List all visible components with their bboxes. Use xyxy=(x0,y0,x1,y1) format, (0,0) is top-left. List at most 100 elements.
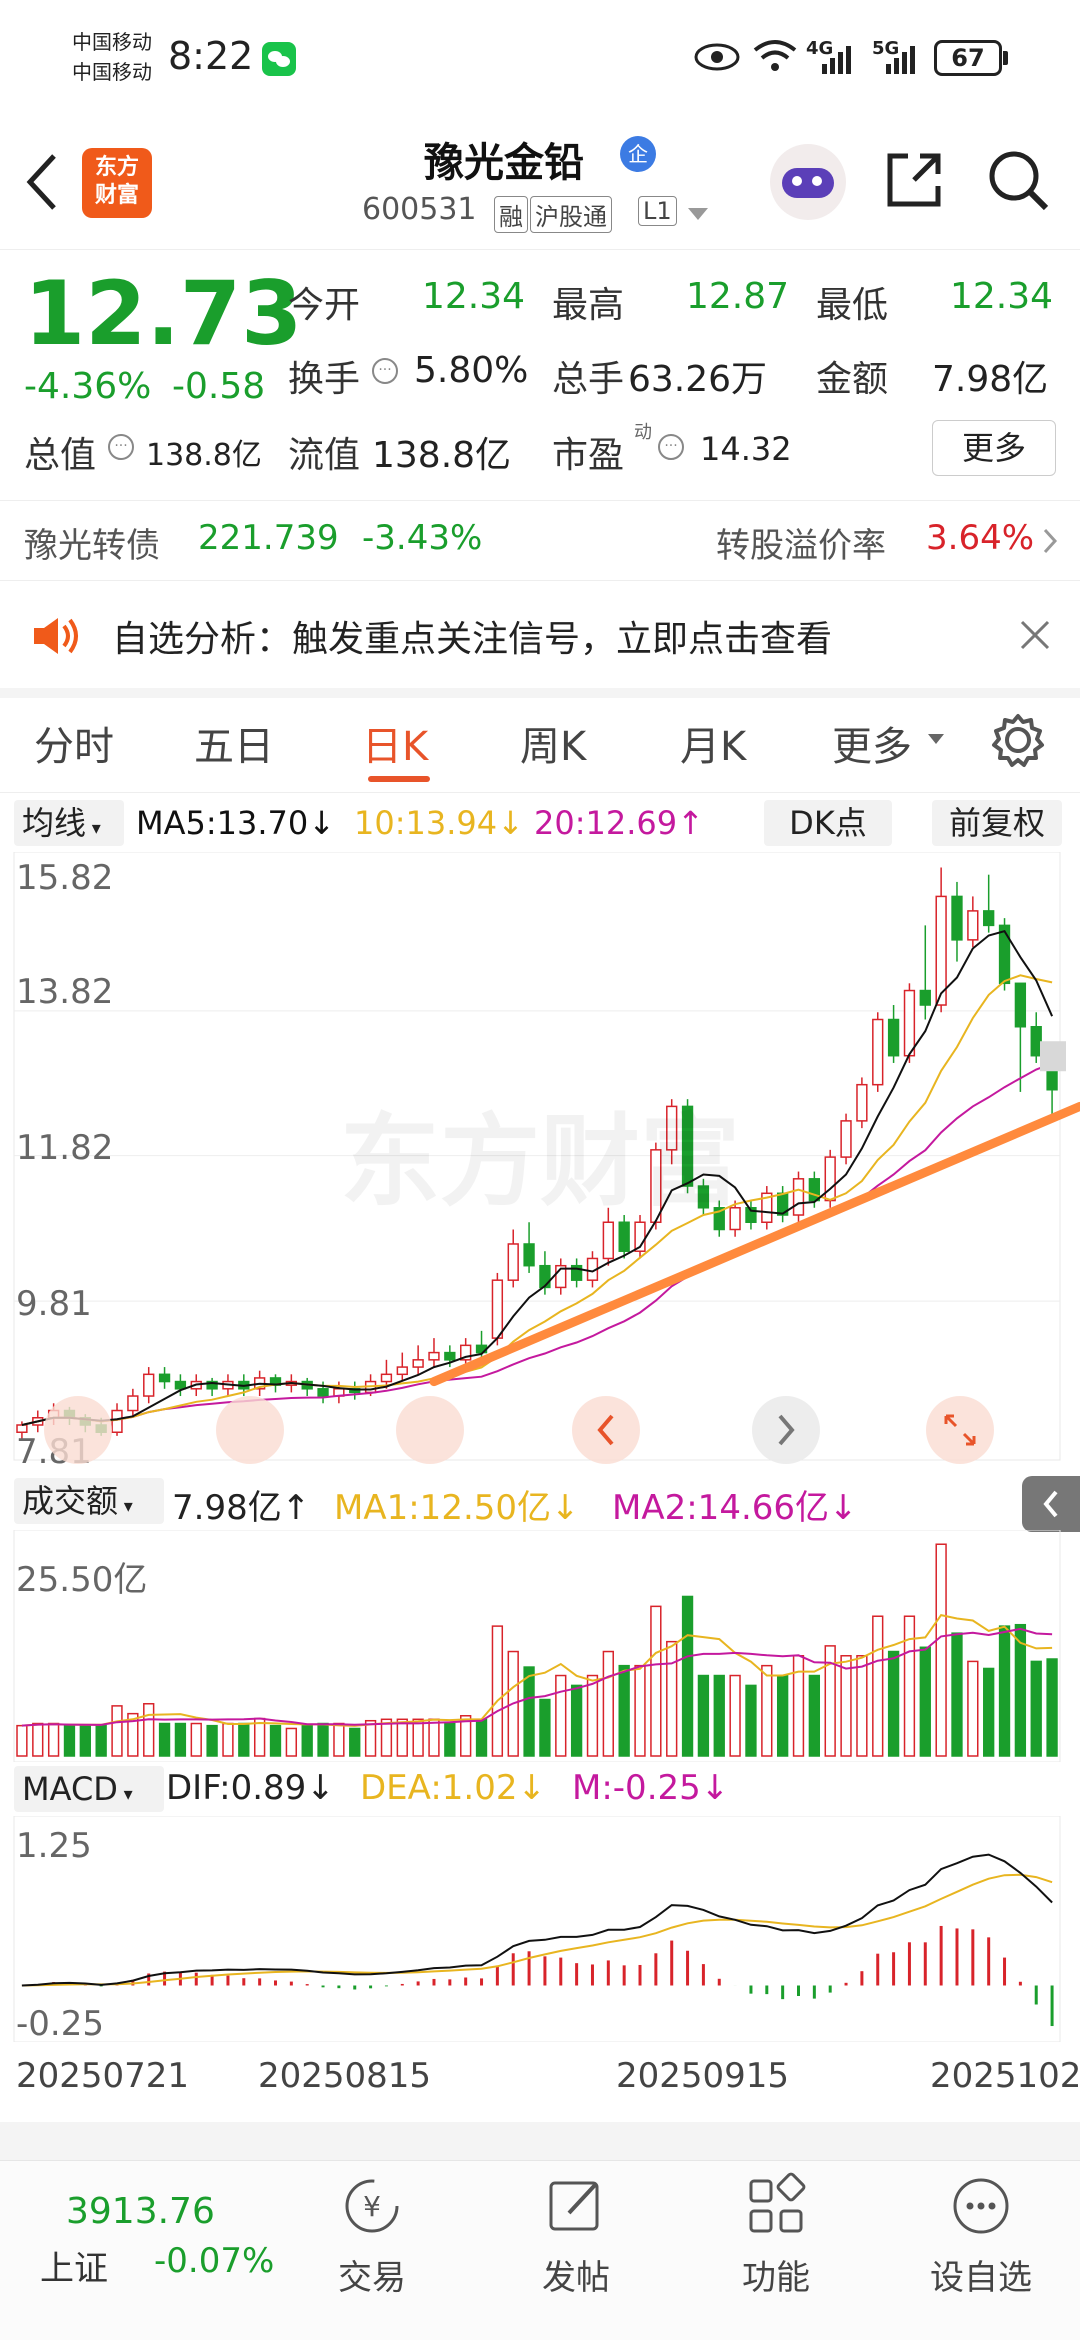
back-icon[interactable] xyxy=(22,152,62,212)
ma5-legend: MA5:13.70↓ xyxy=(136,804,336,842)
volume-bar xyxy=(491,1625,504,1757)
dea-line xyxy=(21,1873,1053,1987)
volume-select[interactable]: 成交额 ▾ xyxy=(14,1478,164,1524)
mktcap-value: 138.8亿 xyxy=(146,438,262,473)
candle-body xyxy=(792,1178,805,1216)
volume-bar xyxy=(523,1666,535,1757)
candle-body xyxy=(919,989,931,1006)
volume-legend: 7.98亿↑ xyxy=(172,1488,311,1528)
volume-bar xyxy=(364,1719,377,1757)
volume-bar xyxy=(634,1664,646,1757)
bond-name[interactable]: 豫光转债 xyxy=(24,518,160,567)
volume-bar xyxy=(444,1722,456,1757)
candle-body xyxy=(903,989,916,1057)
volume-bar xyxy=(681,1595,694,1757)
index-value[interactable]: 3913.76 xyxy=(66,2191,215,2232)
chevron-down-icon[interactable] xyxy=(928,734,944,744)
macd-dif-value: DIF:0.89 xyxy=(166,1768,307,1808)
volume-bar xyxy=(570,1684,583,1757)
adjust-button[interactable]: 前复权 xyxy=(932,800,1062,846)
date-label-1: 20250721 xyxy=(16,2056,190,2096)
volume-bar xyxy=(650,1605,662,1757)
macd-select[interactable]: MACD ▾ xyxy=(14,1766,164,1812)
candle-body xyxy=(539,1264,551,1289)
index-name[interactable]: 上证 xyxy=(40,2241,108,2290)
chevron-down-icon[interactable] xyxy=(688,208,708,220)
volume-bar xyxy=(1030,1660,1042,1757)
premium-label: 转股溢价率 xyxy=(716,526,886,566)
tab-monthly-k[interactable]: 月K xyxy=(680,714,746,772)
ma-select[interactable]: 均线 ▾ xyxy=(14,800,124,846)
macd-frame xyxy=(13,1816,1061,2042)
alert-text: 自选分析：触发重点关注信号，立即点击查看 xyxy=(112,619,833,660)
info-dots-icon[interactable]: ··· xyxy=(658,434,684,460)
volume-bar xyxy=(1046,1658,1058,1757)
volume-bar xyxy=(158,1722,171,1757)
ma10-value: 10:13.94 xyxy=(354,804,498,842)
volume-bar xyxy=(333,1722,345,1757)
volume-bar xyxy=(586,1674,599,1757)
chevron-left-icon xyxy=(597,1414,614,1446)
chevron-right-icon[interactable] xyxy=(1040,526,1060,556)
date-label-4: 20251022 xyxy=(930,2056,1080,2096)
zoom-in-button[interactable] xyxy=(396,1396,464,1464)
volume-ma2: MA2:14.66亿↓ xyxy=(612,1488,858,1528)
volume-bar xyxy=(428,1718,440,1757)
volume-bar xyxy=(808,1674,821,1757)
info-dots-icon[interactable]: ··· xyxy=(372,358,398,384)
fullscreen-button[interactable] xyxy=(926,1396,994,1464)
candle-body xyxy=(824,1156,836,1202)
share-icon[interactable] xyxy=(882,148,946,212)
macd-m: M:-0.25↓ xyxy=(572,1768,730,1808)
next-button[interactable] xyxy=(752,1396,820,1464)
volume-bar xyxy=(697,1674,710,1757)
add-watchlist-button[interactable]: 设自选 xyxy=(916,2171,1046,2299)
info-dots-icon[interactable]: ··· xyxy=(108,434,134,460)
alert-banner[interactable]: 自选分析：触发重点关注信号，立即点击查看 xyxy=(0,582,1080,688)
float-label: 流值 xyxy=(288,435,361,476)
post-button[interactable]: 发帖 xyxy=(516,2171,636,2299)
watermark: 东方财富 xyxy=(340,1103,740,1220)
candle-body xyxy=(887,1018,900,1057)
dif-line xyxy=(21,1853,1053,1987)
gear-icon[interactable] xyxy=(990,712,1046,768)
zoom-out-button[interactable] xyxy=(216,1396,284,1464)
prev-button[interactable] xyxy=(572,1396,640,1464)
y-label-3: 11.82 xyxy=(16,1128,114,1168)
status-bar: 中国移动 中国移动 8:22 4G 5G 67 xyxy=(0,0,1080,120)
tab-daily-k[interactable]: 日K xyxy=(362,714,428,772)
bond-change: -3.43% xyxy=(362,518,483,558)
assistant-avatar[interactable] xyxy=(770,144,846,220)
volume-bar xyxy=(301,1724,313,1757)
app-logo[interactable]: 东方 财富 xyxy=(82,148,152,218)
dk-point-button[interactable]: DK点 xyxy=(764,800,892,846)
function-button[interactable]: 功能 xyxy=(716,2171,836,2299)
battery-tip xyxy=(1003,51,1008,65)
battery-icon: 67 xyxy=(934,40,1002,76)
tab-five-day[interactable]: 五日 xyxy=(194,714,274,772)
low-label: 最低 xyxy=(816,285,889,326)
signal-icon-1 xyxy=(822,46,851,74)
section-gap xyxy=(0,2122,1080,2162)
volume-bar xyxy=(745,1684,757,1757)
close-icon[interactable] xyxy=(1018,618,1052,652)
volume-bar xyxy=(998,1625,1011,1757)
search-icon[interactable] xyxy=(986,148,1050,212)
candle-body xyxy=(872,1018,884,1086)
volume-select-label: 成交额 xyxy=(22,1482,119,1520)
volume-bar xyxy=(190,1722,202,1757)
volume-chart[interactable] xyxy=(0,1530,1080,1762)
candle-body xyxy=(951,895,963,941)
macd-chart[interactable] xyxy=(0,1816,1080,2042)
candle-body xyxy=(840,1120,852,1158)
low-value: 12.34 xyxy=(950,276,1054,317)
trade-button[interactable]: ¥ 交易 xyxy=(312,2171,432,2299)
draw-tool-button[interactable] xyxy=(44,1396,112,1464)
collapse-panel-button[interactable] xyxy=(1022,1476,1080,1532)
tab-weekly-k[interactable]: 周K xyxy=(520,714,586,772)
more-button[interactable]: 更多 xyxy=(932,420,1056,476)
tab-more[interactable]: 更多 xyxy=(832,714,912,772)
candle-body xyxy=(998,924,1011,985)
tab-intraday[interactable]: 分时 xyxy=(34,714,114,772)
date-label-3: 20250915 xyxy=(616,2056,790,2096)
